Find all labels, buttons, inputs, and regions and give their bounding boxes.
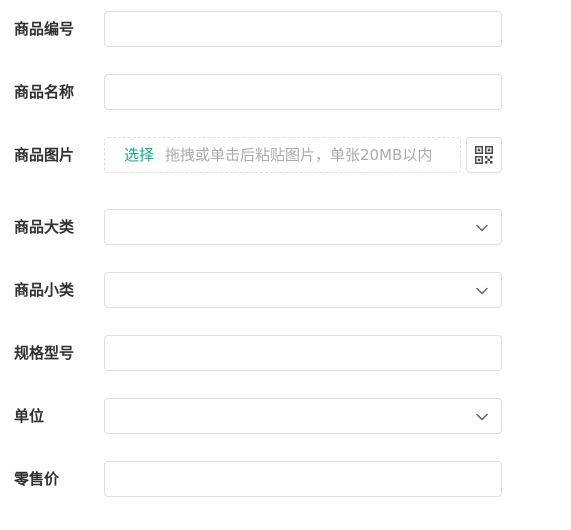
chevron-down-icon [476, 224, 488, 232]
retail-price-label: 零售价 [14, 470, 60, 488]
main-category-select[interactable] [104, 209, 502, 245]
form-row-product-name: 商品名称 [0, 74, 571, 110]
product-code-label: 商品编号 [14, 20, 75, 38]
product-form: 商品编号 商品名称 商品图片 选择 拖拽或单击后粘贴图片，单张20MB以内 商品… [0, 0, 571, 530]
form-row-product-image: 商品图片 选择 拖拽或单击后粘贴图片，单张20MB以内 [0, 137, 571, 173]
retail-price-input[interactable] [104, 461, 502, 497]
unit-label: 单位 [14, 407, 45, 425]
product-code-input[interactable] [104, 11, 502, 47]
form-row-main-category: 商品大类 [0, 209, 571, 245]
qr-code-icon [475, 146, 493, 164]
chevron-down-icon [476, 413, 488, 421]
unit-select[interactable] [104, 398, 502, 434]
product-name-label: 商品名称 [14, 83, 75, 101]
spec-model-input[interactable] [104, 335, 502, 371]
form-row-product-code: 商品编号 [0, 11, 571, 47]
chevron-down-icon [476, 287, 488, 295]
form-row-retail-price: 零售价 [0, 461, 571, 497]
choose-file-link[interactable]: 选择 [124, 138, 154, 172]
product-name-input[interactable] [104, 74, 502, 110]
sub-category-select[interactable] [104, 272, 502, 308]
main-category-label: 商品大类 [14, 218, 75, 236]
sub-category-label: 商品小类 [14, 281, 75, 299]
spec-model-label: 规格型号 [14, 344, 75, 362]
image-upload-area[interactable]: 选择 拖拽或单击后粘贴图片，单张20MB以内 [104, 137, 461, 173]
form-row-sub-category: 商品小类 [0, 272, 571, 308]
form-row-spec-model: 规格型号 [0, 335, 571, 371]
qr-code-upload-button[interactable] [466, 137, 502, 173]
product-image-label: 商品图片 [14, 146, 75, 164]
upload-hint: 拖拽或单击后粘贴图片，单张20MB以内 [165, 146, 433, 164]
form-row-unit: 单位 [0, 398, 571, 434]
